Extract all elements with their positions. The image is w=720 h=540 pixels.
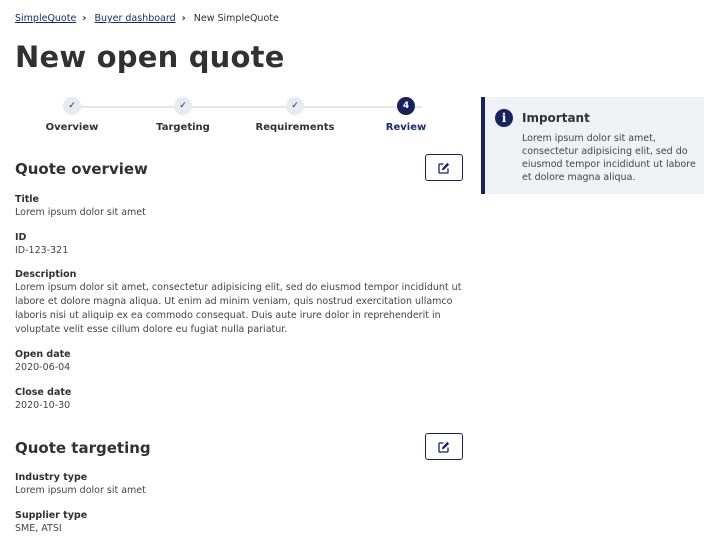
chevron-right-icon: ›	[181, 13, 186, 24]
field-open-date: Open date 2020-06-04	[15, 348, 465, 375]
breadcrumb: SimpleQuote › Buyer dashboard › New Simp…	[15, 13, 279, 24]
step-number: 4	[397, 97, 415, 115]
field-value: 2020-10-30	[15, 400, 71, 411]
step-label: Requirements	[255, 122, 335, 133]
callout-title: Important	[522, 111, 590, 125]
field-close-date: Close date 2020-10-30	[15, 386, 465, 413]
edit-targeting-button[interactable]	[425, 433, 463, 460]
step-overview[interactable]: ✓ Overview	[12, 96, 132, 133]
field-label: Description	[15, 269, 77, 280]
breadcrumb-link-simplequote[interactable]: SimpleQuote	[15, 13, 76, 24]
field-value: 2020-06-04	[15, 362, 71, 373]
field-title: Title Lorem ipsum dolor sit amet	[15, 193, 465, 220]
field-label: Open date	[15, 349, 71, 360]
chevron-right-icon: ›	[82, 13, 87, 24]
field-value: ID-123-321	[15, 245, 69, 256]
edit-overview-button[interactable]	[425, 154, 463, 181]
edit-icon	[438, 162, 450, 174]
field-id: ID ID-123-321	[15, 231, 465, 258]
step-label: Overview	[45, 122, 99, 133]
field-value: Lorem ipsum dolor sit amet	[15, 207, 146, 218]
field-description: Description Lorem ipsum dolor sit amet, …	[15, 268, 465, 337]
step-review[interactable]: 4 Review	[346, 96, 466, 133]
quote-overview-header: Quote overview	[15, 154, 463, 184]
check-icon: ✓	[174, 97, 192, 115]
page-title: New open quote	[15, 40, 285, 74]
field-label: Title	[15, 194, 39, 205]
progress-stepper: ✓ Overview ✓ Targeting ✓ Requirements 4 …	[15, 96, 465, 142]
breadcrumb-link-buyer-dashboard[interactable]: Buyer dashboard	[94, 13, 175, 24]
section-title: Quote overview	[15, 160, 148, 178]
check-icon: ✓	[63, 97, 81, 115]
field-supplier-type: Supplier type SME, ATSI	[15, 509, 465, 536]
field-value: Lorem ipsum dolor sit amet	[15, 485, 146, 496]
field-label: Industry type	[15, 472, 88, 483]
edit-icon	[438, 441, 450, 453]
field-label: Close date	[15, 387, 72, 398]
field-label: ID	[15, 232, 27, 243]
check-icon: ✓	[286, 97, 304, 115]
field-value: Lorem ipsum dolor sit amet, consectetur …	[15, 282, 462, 335]
field-industry-type: Industry type Lorem ipsum dolor sit amet	[15, 471, 465, 498]
section-title: Quote targeting	[15, 439, 151, 457]
callout-text: Lorem ipsum dolor sit amet, consectetur …	[522, 133, 696, 183]
info-icon: i	[495, 109, 513, 127]
step-label: Targeting	[156, 122, 210, 133]
breadcrumb-current: New SimpleQuote	[193, 13, 279, 24]
step-requirements[interactable]: ✓ Requirements	[235, 96, 355, 133]
important-callout: i Important Lorem ipsum dolor sit amet, …	[481, 97, 704, 194]
step-label: Review	[385, 122, 427, 133]
field-label: Supplier type	[15, 510, 88, 521]
field-value: SME, ATSI	[15, 523, 62, 534]
quote-targeting-header: Quote targeting	[15, 433, 463, 463]
step-targeting[interactable]: ✓ Targeting	[123, 96, 243, 133]
